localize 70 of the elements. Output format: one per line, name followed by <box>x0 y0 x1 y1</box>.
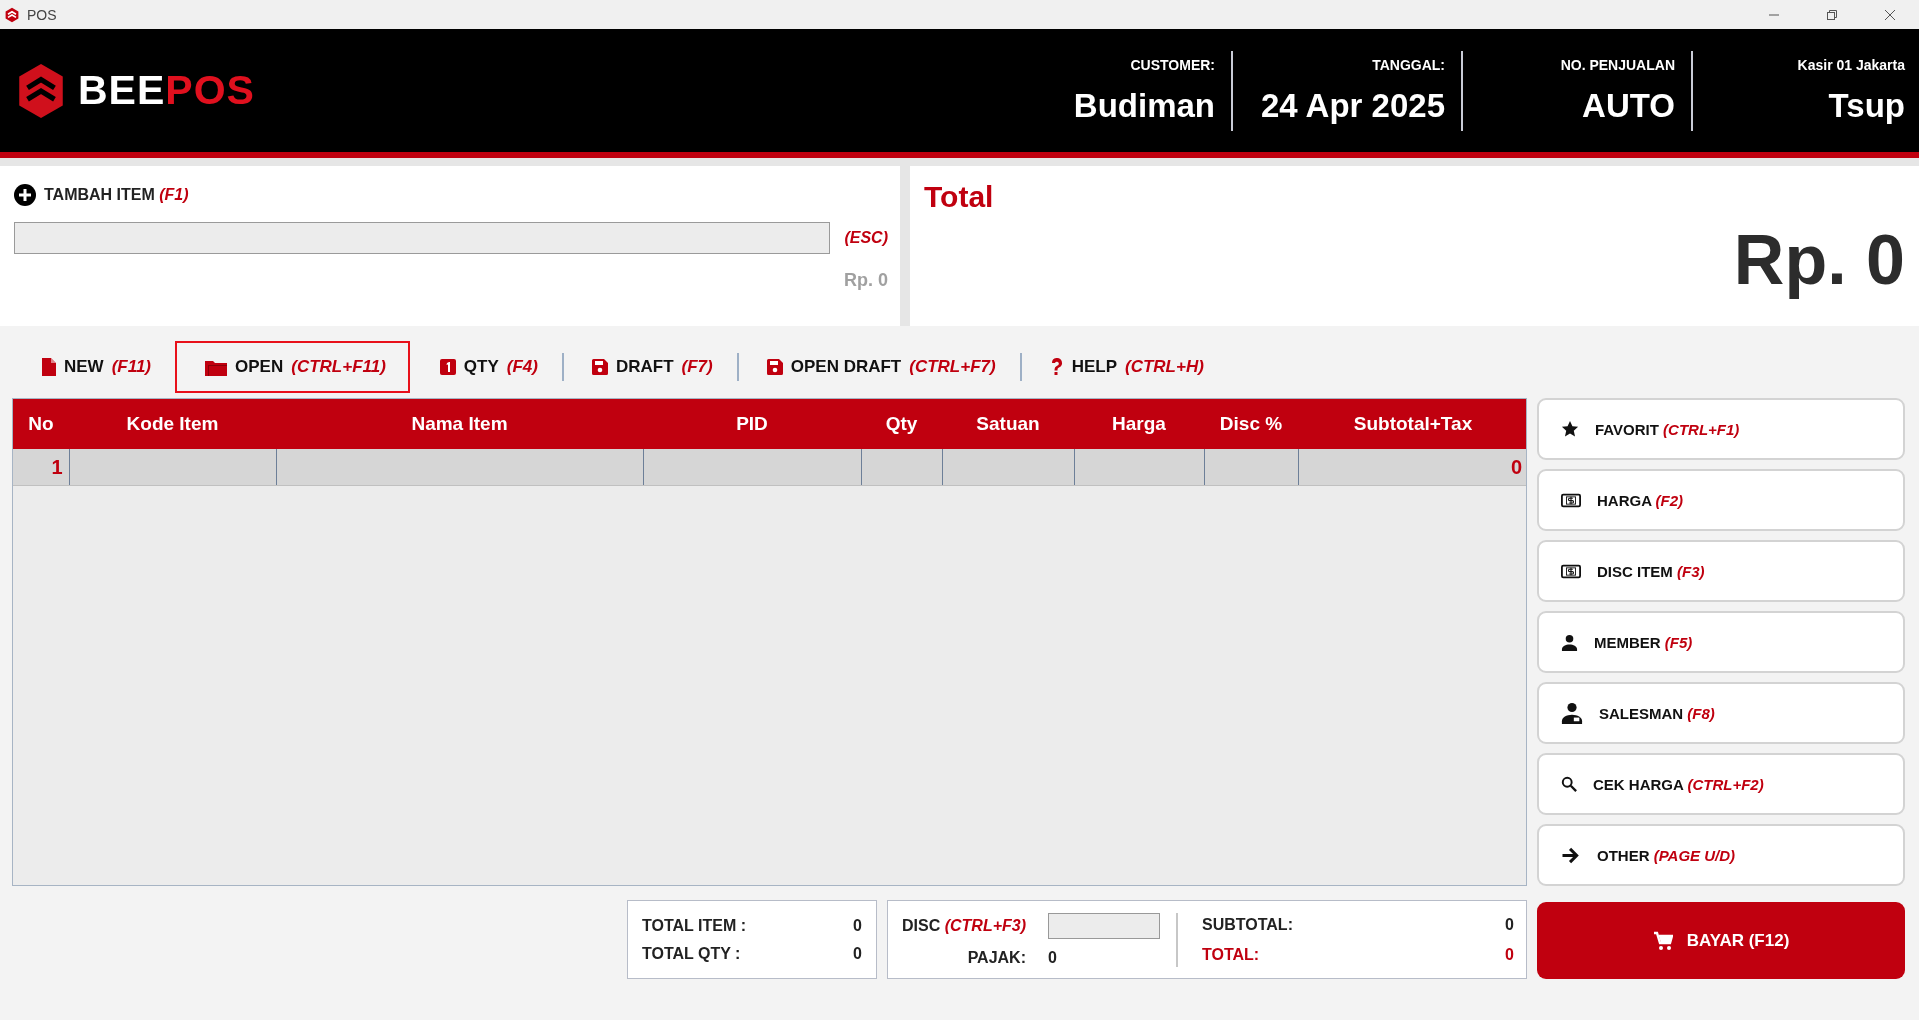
table-cell: 1 <box>13 449 69 486</box>
hexagon-logo-icon <box>16 61 66 120</box>
item-search-field[interactable] <box>14 222 831 254</box>
section-label: TAMBAH ITEM (F1) <box>44 186 189 204</box>
function-button[interactable]: CEK HARGA (CTRL+F2) <box>1537 753 1905 815</box>
plus-circle-icon <box>14 184 36 206</box>
field-value: Budiman <box>1073 86 1215 125</box>
window-title: POS <box>27 6 57 23</box>
toolbar-button[interactable]: HELP (CTRL+H) <box>1019 341 1228 393</box>
function-button[interactable]: OTHER (PAGE U/D) <box>1537 824 1905 886</box>
column-header: Subtotal+Tax <box>1298 399 1526 449</box>
pay-button[interactable]: BAYAR (F12) <box>1537 902 1905 979</box>
summary-label: PAJAK: <box>967 948 1026 967</box>
person-badge-icon <box>1561 702 1583 724</box>
function-button[interactable]: HARGA (F2) <box>1537 469 1905 531</box>
table-cell: 0 <box>1298 449 1526 486</box>
arrow-right-icon <box>1561 846 1581 864</box>
summary-label: SUBTOTAL: <box>1202 915 1294 934</box>
function-button[interactable]: FAVORIT (CTRL+F1) <box>1537 398 1905 460</box>
summary-value: 0 <box>1048 948 1057 967</box>
search-icon <box>1561 776 1577 792</box>
summary-value: 0 <box>1505 945 1514 964</box>
money-icon <box>1561 563 1581 579</box>
column-header: Harga <box>1074 399 1204 449</box>
star-icon <box>1561 420 1579 438</box>
summary-label: TOTAL: <box>1202 945 1261 964</box>
function-button[interactable]: DISC ITEM (F3) <box>1537 540 1905 602</box>
brand-name: BEEPOS <box>78 67 255 114</box>
toolbar-button[interactable]: DRAFT (F7) <box>561 341 737 393</box>
app-logo-icon <box>4 6 20 23</box>
number-icon <box>439 359 456 375</box>
field-value: Tsup <box>1828 86 1905 125</box>
column-header: Nama Item <box>276 399 643 449</box>
discount-label: DISC (CTRL+F3) <box>902 916 1026 935</box>
field-value: 24 Apr 2025 <box>1260 86 1445 125</box>
money-icon <box>1561 492 1581 508</box>
column-header: Satuan <box>942 399 1074 449</box>
total-amount: Rp. 0 <box>1733 220 1905 300</box>
function-button[interactable]: SALESMAN (F8) <box>1537 682 1905 744</box>
summary-label: TOTAL QTY : <box>642 944 741 963</box>
summary-value: 0 <box>1505 915 1514 934</box>
toolbar-button[interactable]: QTY (F4) <box>409 341 562 393</box>
column-header: Disc % <box>1204 399 1298 449</box>
restore-icon[interactable] <box>1826 8 1838 21</box>
file-icon <box>42 358 56 376</box>
column-header: Qty <box>861 399 942 449</box>
question-mark-icon <box>1049 357 1064 377</box>
close-icon[interactable] <box>1884 8 1896 21</box>
folder-icon <box>205 358 228 376</box>
discount-field[interactable] <box>1048 912 1160 939</box>
toolbar-button[interactable]: OPEN DRAFT (CTRL+F7) <box>736 341 1020 393</box>
field-label: CUSTOMER: <box>1130 56 1215 73</box>
field-label: Kasir 01 Jakarta <box>1797 56 1905 73</box>
column-header: Kode Item <box>69 399 276 449</box>
field-label: NO. PENJUALAN <box>1560 56 1675 73</box>
toolbar-button[interactable]: NEW (F11) <box>12 341 176 393</box>
summary-value: 0 <box>853 944 862 963</box>
function-button[interactable]: MEMBER (F5) <box>1537 611 1905 673</box>
field-value: AUTO <box>1582 86 1675 125</box>
item-price: Rp. 0 <box>844 270 888 291</box>
summary-label: TOTAL ITEM : <box>642 916 746 935</box>
toolbar-button[interactable]: OPEN (CTRL+F11) <box>175 341 410 393</box>
column-header: PID <box>643 399 861 449</box>
person-icon <box>1561 633 1578 651</box>
field-label: TANGGAL: <box>1372 56 1445 73</box>
cart-icon <box>1652 930 1673 951</box>
column-header: No <box>13 399 69 449</box>
shortcut-hint: (ESC) <box>844 229 888 247</box>
total-title: Total <box>924 180 995 214</box>
summary-value: 0 <box>853 916 862 935</box>
